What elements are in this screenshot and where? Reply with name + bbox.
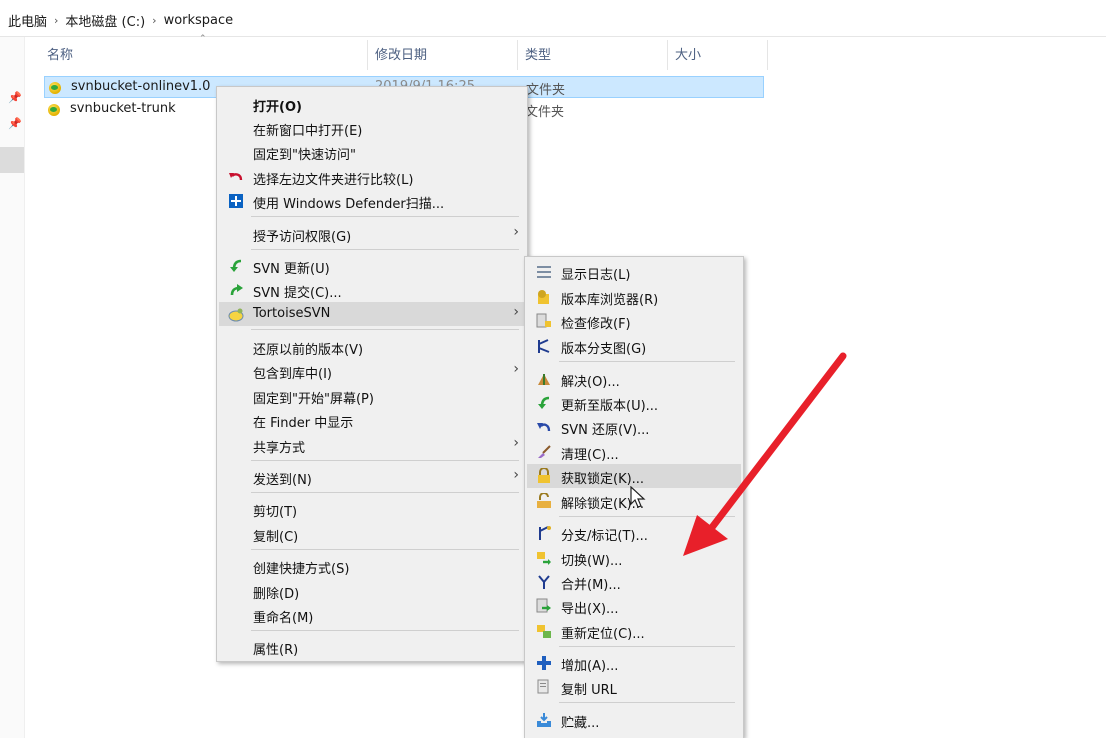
annotation-arrow-icon	[683, 352, 847, 556]
